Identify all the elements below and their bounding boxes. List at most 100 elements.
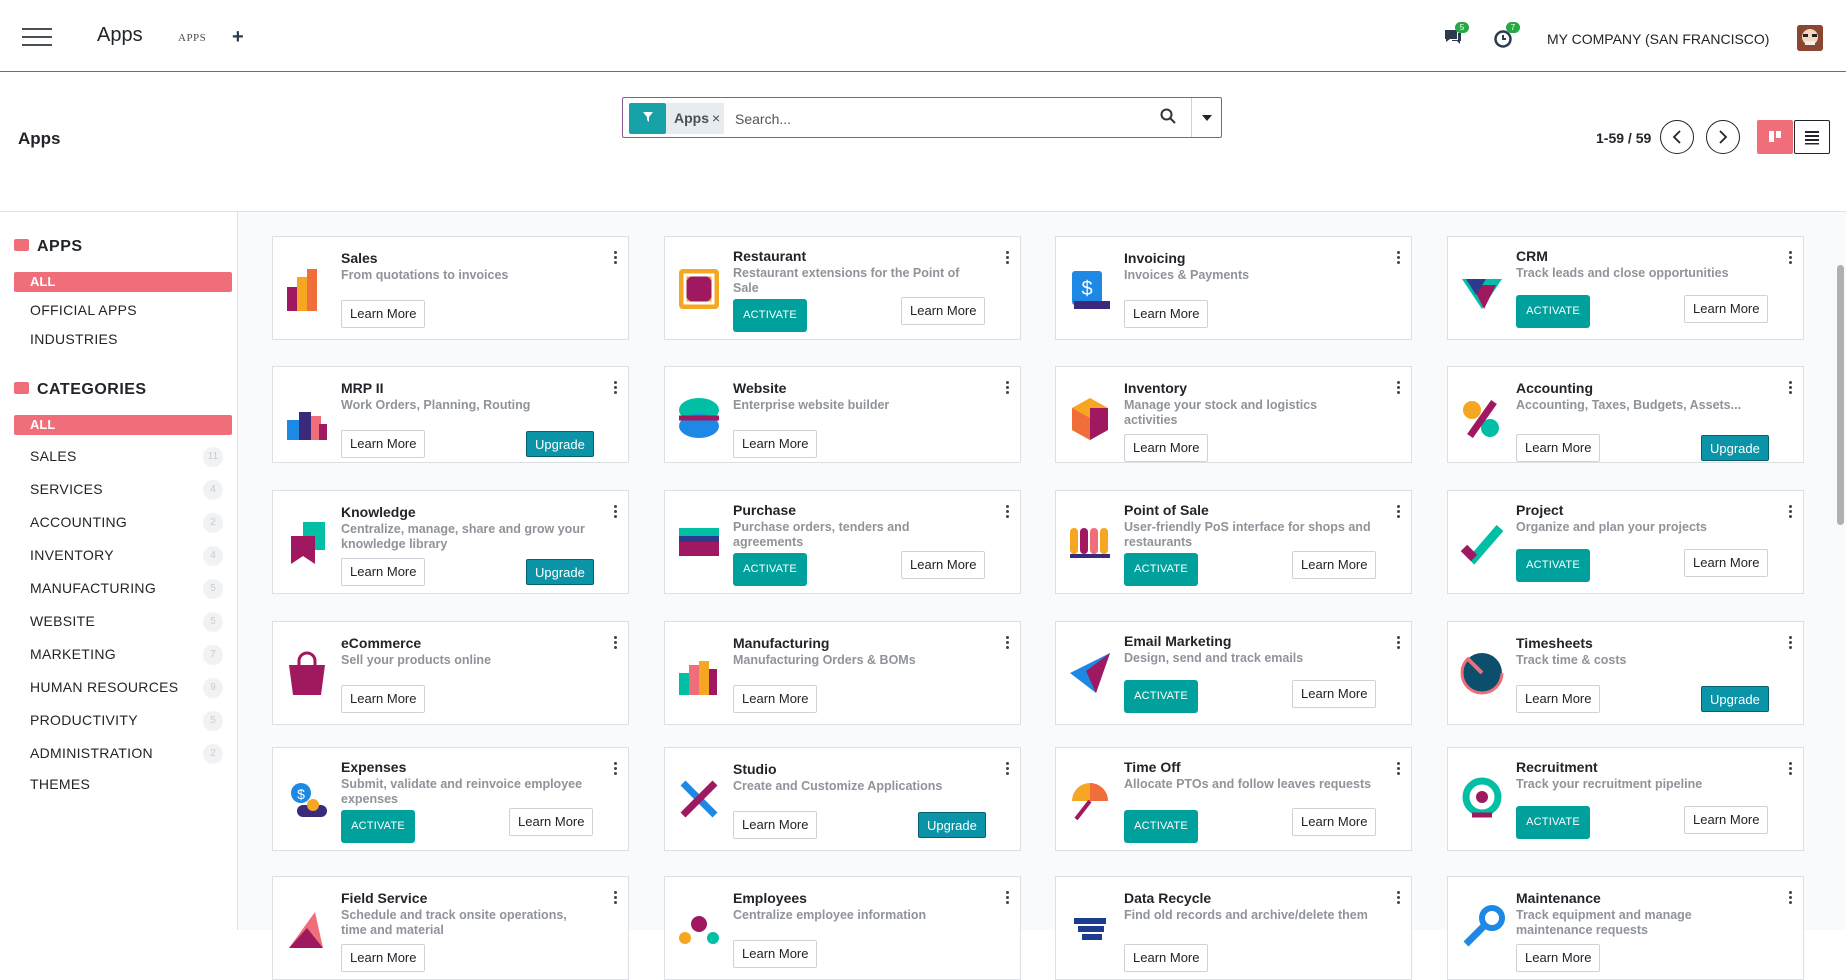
card-menu-icon[interactable] — [614, 891, 618, 905]
learn-more-button[interactable]: Learn More — [733, 811, 818, 839]
card-menu-icon[interactable] — [1006, 891, 1010, 905]
user-avatar[interactable] — [1797, 25, 1823, 51]
search-icon[interactable] — [1160, 108, 1178, 126]
card-menu-icon[interactable] — [614, 505, 618, 519]
app-card-purchase[interactable]: Purchase Purchase orders, tenders and agr… — [664, 490, 1021, 594]
learn-more-button[interactable]: Learn More — [341, 558, 426, 586]
card-menu-icon[interactable] — [1006, 636, 1010, 650]
learn-more-button[interactable]: Learn More — [341, 944, 426, 972]
card-menu-icon[interactable] — [1397, 251, 1401, 265]
sidebar-item-industries[interactable]: INDUSTRIES — [30, 331, 118, 347]
scrollbar[interactable] — [1837, 265, 1844, 525]
app-card-invoicing[interactable]: $ Invoicing Invoices & Payments Learn More — [1055, 236, 1412, 340]
app-card-studio[interactable]: Studio Create and Customize Applications L… — [664, 747, 1021, 851]
learn-more-button[interactable]: Learn More — [1516, 685, 1601, 713]
app-card-project[interactable]: Project Organize and plan your projects AC… — [1447, 490, 1804, 594]
kanban-view-button[interactable] — [1757, 120, 1793, 154]
app-card-email-marketing[interactable]: Email Marketing Design, send and track em… — [1055, 621, 1412, 725]
sidebar-category-administration[interactable]: ADMINISTRATION — [30, 745, 153, 761]
sidebar-apps-all[interactable]: ALL — [14, 272, 232, 292]
pager-previous-button[interactable] — [1660, 120, 1694, 154]
card-menu-icon[interactable] — [1397, 891, 1401, 905]
app-card-recruitment[interactable]: Recruitment Track your recruitment pipeli… — [1447, 747, 1804, 851]
card-menu-icon[interactable] — [1789, 505, 1793, 519]
learn-more-button[interactable]: Learn More — [1684, 549, 1769, 577]
activate-button[interactable]: ACTIVATE — [1124, 810, 1198, 843]
app-card-accounting[interactable]: Accounting Accounting, Taxes, Budgets, As… — [1447, 366, 1804, 463]
app-card-manufacturing[interactable]: Manufacturing Manufacturing Orders & BOMs… — [664, 621, 1021, 725]
app-card-restaurant[interactable]: Restaurant Restaurant extensions for the … — [664, 236, 1021, 340]
upgrade-button[interactable]: Upgrade — [1701, 435, 1769, 461]
learn-more-button[interactable]: Learn More — [901, 551, 986, 579]
upgrade-button[interactable]: Upgrade — [1701, 686, 1769, 712]
card-menu-icon[interactable] — [1397, 636, 1401, 650]
sidebar-item-official-apps[interactable]: OFFICIAL APPS — [30, 302, 137, 318]
learn-more-button[interactable]: Learn More — [341, 430, 426, 458]
card-menu-icon[interactable] — [614, 762, 618, 776]
learn-more-button[interactable]: Learn More — [1292, 680, 1377, 708]
sidebar-category-inventory[interactable]: INVENTORY — [30, 547, 114, 563]
card-menu-icon[interactable] — [1397, 505, 1401, 519]
app-card-knowledge[interactable]: Knowledge Centralize, manage, share and g… — [272, 490, 629, 594]
sidebar-category-website[interactable]: WEBSITE — [30, 613, 95, 629]
app-card-mrp-ii[interactable]: MRP II Work Orders, Planning, Routing Lear… — [272, 366, 629, 463]
card-menu-icon[interactable] — [1789, 891, 1793, 905]
app-card-timesheets[interactable]: Timesheets Track time & costs Learn More Up… — [1447, 621, 1804, 725]
activity-clock-icon[interactable]: 7 — [1494, 22, 1520, 48]
sidebar-category-accounting[interactable]: ACCOUNTING — [30, 514, 127, 530]
learn-more-button[interactable]: Learn More — [733, 685, 818, 713]
activate-button[interactable]: ACTIVATE — [1124, 553, 1198, 586]
chat-icon[interactable]: 5 — [1443, 22, 1469, 46]
search-input[interactable] — [735, 106, 1155, 132]
card-menu-icon[interactable] — [614, 251, 618, 265]
app-card-ecommerce[interactable]: eCommerce Sell your products online Learn … — [272, 621, 629, 725]
app-card-inventory[interactable]: Inventory Manage your stock and logistics… — [1055, 366, 1412, 463]
app-card-time-off[interactable]: Time Off Allocate PTOs and follow leaves … — [1055, 747, 1412, 851]
card-menu-icon[interactable] — [614, 636, 618, 650]
card-menu-icon[interactable] — [1006, 381, 1010, 395]
card-menu-icon[interactable] — [1006, 251, 1010, 265]
sidebar-category-themes[interactable]: THEMES — [30, 776, 90, 792]
menu-toggle-icon[interactable] — [22, 28, 52, 48]
card-menu-icon[interactable] — [1006, 505, 1010, 519]
app-card-data-recycle[interactable]: Data Recycle Find old records and archive… — [1055, 876, 1412, 980]
card-menu-icon[interactable] — [1006, 762, 1010, 776]
sidebar-category-productivity[interactable]: PRODUCTIVITY — [30, 712, 138, 728]
learn-more-button[interactable]: Learn More — [901, 297, 986, 325]
sidebar-category-sales[interactable]: SALES — [30, 448, 77, 464]
activate-button[interactable]: ACTIVATE — [1516, 549, 1590, 582]
upgrade-button[interactable]: Upgrade — [918, 812, 986, 838]
app-card-point-of-sale[interactable]: Point of Sale User-friendly PoS interface… — [1055, 490, 1412, 594]
learn-more-button[interactable]: Learn More — [341, 685, 426, 713]
app-card-employees[interactable]: Employees Centralize employee information… — [664, 876, 1021, 980]
activate-button[interactable]: ACTIVATE — [1124, 680, 1198, 713]
learn-more-button[interactable]: Learn More — [1516, 434, 1601, 462]
upgrade-button[interactable]: Upgrade — [526, 559, 594, 585]
learn-more-button[interactable]: Learn More — [1124, 300, 1209, 328]
list-view-button[interactable] — [1794, 120, 1830, 154]
card-menu-icon[interactable] — [1789, 381, 1793, 395]
learn-more-button[interactable]: Learn More — [1516, 944, 1601, 972]
learn-more-button[interactable]: Learn More — [1124, 434, 1209, 462]
activate-button[interactable]: ACTIVATE — [733, 299, 807, 332]
card-menu-icon[interactable] — [614, 381, 618, 395]
app-card-sales[interactable]: Sales From quotations to invoices Learn Mo… — [272, 236, 629, 340]
filter-facet-remove-icon[interactable]: × — [712, 103, 720, 134]
learn-more-button[interactable]: Learn More — [733, 430, 818, 458]
pager-value[interactable]: 1-59 / 59 — [1596, 130, 1651, 146]
activate-button[interactable]: ACTIVATE — [733, 553, 807, 586]
card-menu-icon[interactable] — [1397, 762, 1401, 776]
app-card-field-service[interactable]: Field Service Schedule and track onsite o… — [272, 876, 629, 980]
app-card-website[interactable]: Website Enterprise website builder Learn M… — [664, 366, 1021, 463]
card-menu-icon[interactable] — [1397, 381, 1401, 395]
search-options-toggle[interactable] — [1191, 98, 1221, 137]
card-menu-icon[interactable] — [1789, 636, 1793, 650]
app-card-crm[interactable]: CRM Track leads and close opportunities AC… — [1447, 236, 1804, 340]
sidebar-category-marketing[interactable]: MARKETING — [30, 646, 116, 662]
nav-plus-icon[interactable]: + — [232, 26, 244, 49]
sidebar-category-manufacturing[interactable]: MANUFACTURING — [30, 580, 156, 596]
learn-more-button[interactable]: Learn More — [733, 940, 818, 968]
learn-more-button[interactable]: Learn More — [1684, 806, 1769, 834]
app-title[interactable]: Apps — [97, 24, 143, 47]
pager-next-button[interactable] — [1706, 120, 1740, 154]
